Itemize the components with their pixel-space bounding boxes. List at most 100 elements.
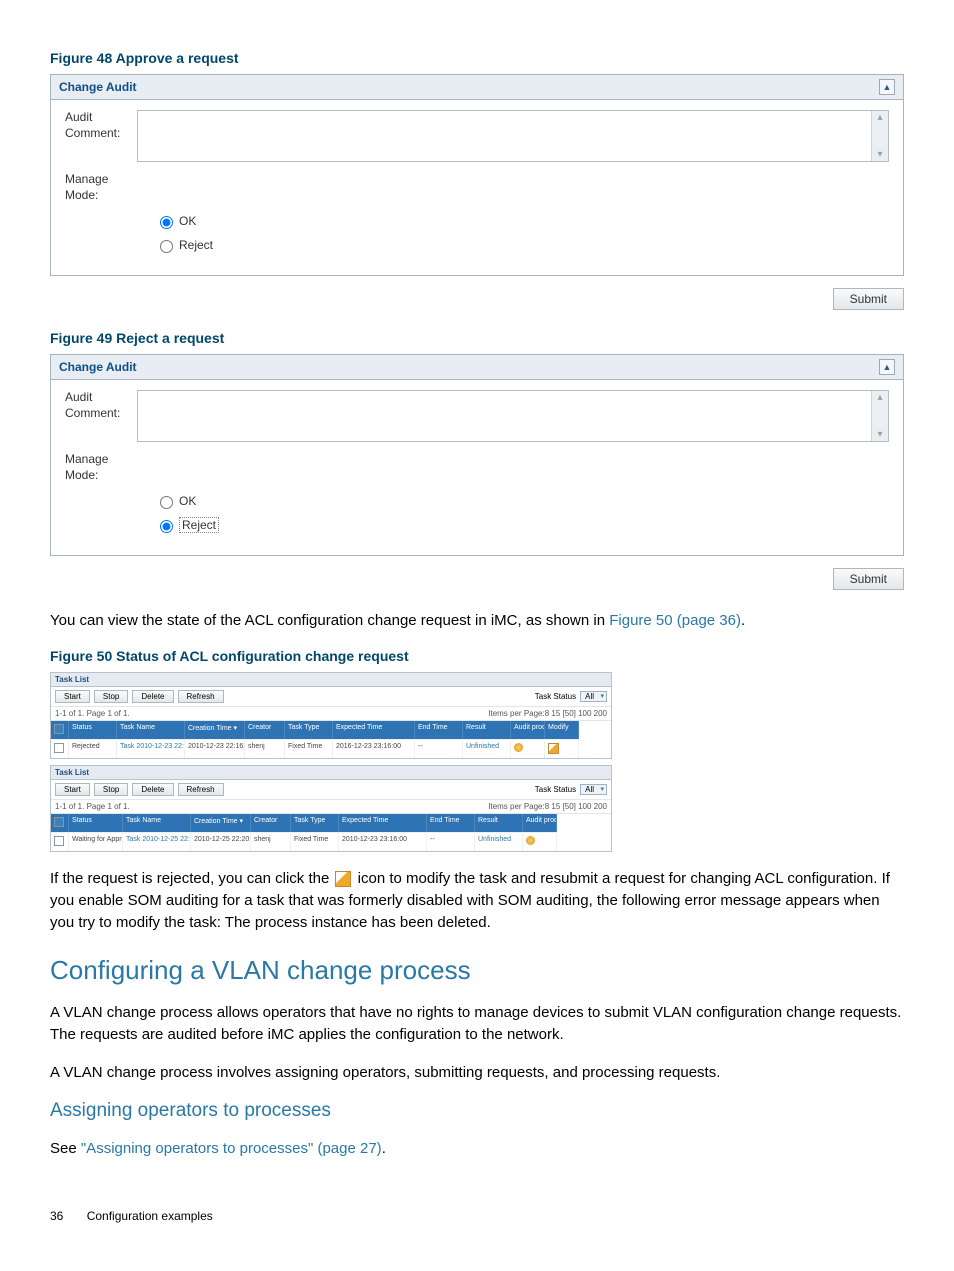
modify-icon[interactable] (548, 743, 559, 754)
collapse-icon[interactable]: ▲ (879, 79, 895, 95)
figure-50-caption: Figure 50 Status of ACL configuration ch… (50, 648, 904, 664)
manage-mode-label: Manage Mode: (65, 172, 137, 203)
fig49-panel-body: Audit Comment: ▴ ▾ Manage Mode: OK Rejec… (51, 380, 903, 555)
task-list-title: Task List (51, 766, 611, 780)
row-creation-time: 2010-12-23 22:16:46 (185, 739, 245, 758)
submit-button[interactable]: Submit (833, 288, 904, 310)
page-info: 1-1 of 1. Page 1 of 1. (55, 709, 130, 718)
chapter-title: Configuration examples (87, 1209, 213, 1223)
th-creator: Creator (245, 721, 285, 739)
heading-vlan-change-process: Configuring a VLAN change process (50, 955, 904, 986)
th-creation-time[interactable]: Creation Time ▾ (185, 721, 245, 739)
th-task-name: Task Name (123, 814, 191, 832)
vlan-p1: A VLAN change process allows operators t… (50, 1002, 904, 1046)
row-task-type: Fixed Time (291, 832, 339, 851)
radio-reject[interactable] (160, 520, 173, 533)
figure-50-link[interactable]: Figure 50 (page 36) (609, 612, 741, 629)
radio-ok[interactable] (160, 216, 173, 229)
task-status-select[interactable]: All (580, 784, 607, 795)
row-audit-process[interactable] (511, 739, 545, 758)
fig48-panel-title: Change Audit (59, 80, 137, 94)
stop-button[interactable]: Stop (94, 690, 128, 703)
th-chk[interactable] (51, 814, 69, 832)
fig48-panel: Change Audit ▲ Audit Comment: ▴ ▾ Manage… (50, 74, 904, 276)
stop-button[interactable]: Stop (94, 783, 128, 796)
manage-mode-label: Manage Mode: (65, 452, 137, 483)
scrollbar[interactable]: ▴ ▾ (871, 111, 888, 161)
scroll-down-icon[interactable]: ▾ (877, 428, 882, 441)
items-per-page[interactable]: Items per Page:8 15 [50] 100 200 (488, 802, 607, 811)
scroll-up-icon[interactable]: ▴ (877, 391, 882, 404)
task-list-title: Task List (51, 673, 611, 687)
task-table: Status Task Name Creation Time ▾ Creator… (51, 721, 611, 758)
th-task-name: Task Name (117, 721, 185, 739)
radio-ok[interactable] (160, 496, 173, 509)
assign-link[interactable]: "Assigning operators to processes" (page… (81, 1140, 382, 1157)
audit-comment-textarea[interactable]: ▴ ▾ (137, 110, 889, 162)
assign-para: See "Assigning operators to processes" (… (50, 1138, 904, 1160)
heading-assigning-operators: Assigning operators to processes (50, 1100, 904, 1122)
start-button[interactable]: Start (55, 783, 90, 796)
audit-comment-label: Audit Comment: (65, 390, 137, 421)
task-status-label: Task Status (535, 692, 576, 701)
row-task-name[interactable]: Task 2010-12-25 22:16:45 (123, 832, 191, 851)
row-modify[interactable] (545, 739, 579, 758)
modify-icon (335, 871, 351, 887)
assign-a: See (50, 1140, 81, 1157)
th-task-type: Task Type (285, 721, 333, 739)
task-status-select[interactable]: All (580, 691, 607, 702)
row-result[interactable]: Unfinished (463, 739, 511, 758)
figure-49-caption: Figure 49 Reject a request (50, 330, 904, 346)
audit-process-icon[interactable] (526, 836, 535, 845)
th-status: Status (69, 814, 123, 832)
row-chk[interactable] (51, 832, 69, 851)
th-end-time: End Time (427, 814, 475, 832)
para2-a: If the request is rejected, you can clic… (50, 870, 333, 887)
row-result[interactable]: Unfinished (475, 832, 523, 851)
scroll-down-icon[interactable]: ▾ (877, 148, 882, 161)
th-end-time: End Time (415, 721, 463, 739)
th-chk[interactable] (51, 721, 69, 739)
row-creator: shenj (251, 832, 291, 851)
th-modify: Modify (545, 721, 579, 739)
row-audit-process[interactable] (523, 832, 557, 851)
refresh-button[interactable]: Refresh (178, 690, 224, 703)
fig48-panel-body: Audit Comment: ▴ ▾ Manage Mode: OK Rejec… (51, 100, 903, 275)
start-button[interactable]: Start (55, 690, 90, 703)
para-after-fig49: You can view the state of the ACL config… (50, 610, 904, 632)
delete-button[interactable]: Delete (132, 783, 173, 796)
th-expected-time: Expected Time (333, 721, 415, 739)
row-task-name[interactable]: Task 2010-12-23 22:16:45 (117, 739, 185, 758)
page-number: 36 (50, 1209, 63, 1223)
task-list-2: Task List Start Stop Delete Refresh Task… (50, 765, 612, 852)
row-expected-time: 2016-12-23 23:16:00 (333, 739, 415, 758)
submit-button[interactable]: Submit (833, 568, 904, 590)
audit-process-icon[interactable] (514, 743, 523, 752)
th-creator: Creator (251, 814, 291, 832)
task-list-meta: 1-1 of 1. Page 1 of 1. Items per Page:8 … (51, 800, 611, 814)
scrollbar[interactable]: ▴ ▾ (871, 391, 888, 441)
row-chk[interactable] (51, 739, 69, 758)
scroll-up-icon[interactable]: ▴ (877, 111, 882, 124)
task-list-toolbar: Start Stop Delete Refresh Task Status Al… (51, 780, 611, 800)
radio-reject[interactable] (160, 240, 173, 253)
page-info: 1-1 of 1. Page 1 of 1. (55, 802, 130, 811)
audit-comment-label: Audit Comment: (65, 110, 137, 141)
fig48-panel-head: Change Audit ▲ (51, 75, 903, 100)
assign-b: . (382, 1140, 386, 1157)
th-creation-time[interactable]: Creation Time ▾ (191, 814, 251, 832)
fig49-panel-head: Change Audit ▲ (51, 355, 903, 380)
row-expected-time: 2010-12-23 23:16:00 (339, 832, 427, 851)
row-end-time: -- (427, 832, 475, 851)
audit-comment-textarea[interactable]: ▴ ▾ (137, 390, 889, 442)
refresh-button[interactable]: Refresh (178, 783, 224, 796)
delete-button[interactable]: Delete (132, 690, 173, 703)
task-list-1: Task List Start Stop Delete Refresh Task… (50, 672, 612, 759)
figure-48-caption: Figure 48 Approve a request (50, 50, 904, 66)
items-per-page[interactable]: Items per Page:8 15 [50] 100 200 (488, 709, 607, 718)
row-end-time: -- (415, 739, 463, 758)
collapse-icon[interactable]: ▲ (879, 359, 895, 375)
vlan-p2: A VLAN change process involves assigning… (50, 1062, 904, 1084)
task-table: Status Task Name Creation Time ▾ Creator… (51, 814, 611, 851)
row-status: Rejected (69, 739, 117, 758)
